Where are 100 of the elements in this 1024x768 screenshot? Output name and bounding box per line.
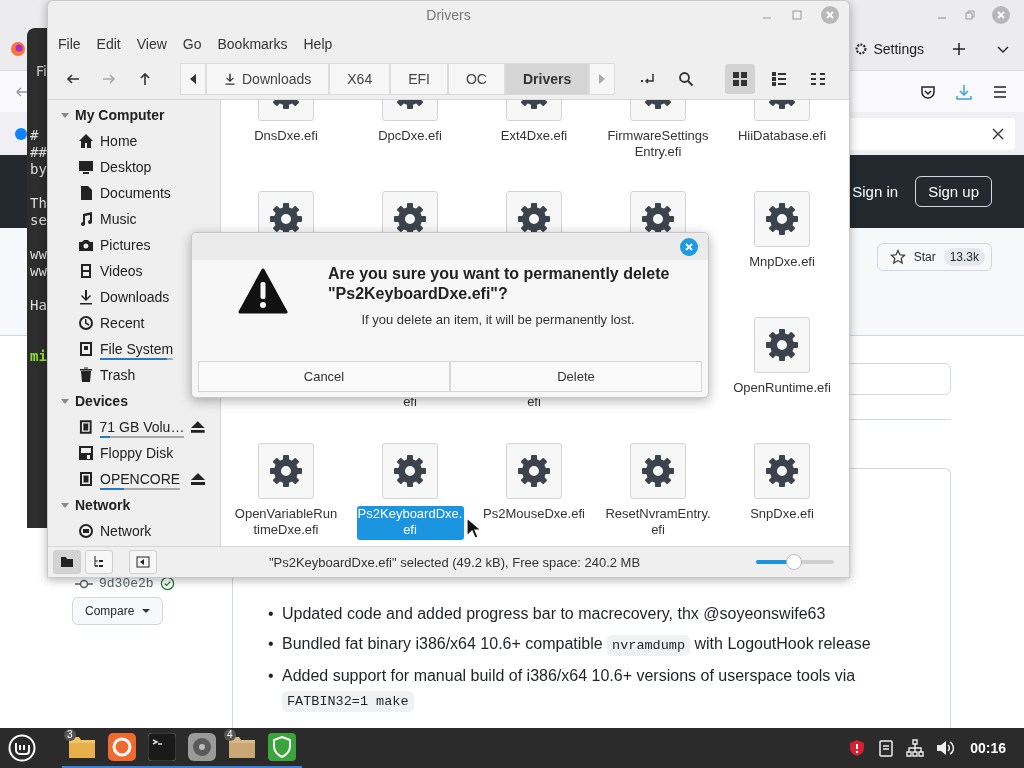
eject-icon[interactable]	[190, 472, 206, 486]
path-button[interactable]: Drivers	[504, 63, 590, 95]
start-menu-icon[interactable]	[8, 734, 36, 762]
pocket-icon[interactable]	[920, 83, 936, 100]
sidebar-item[interactable]: Music	[100, 211, 137, 227]
menu-item[interactable]: Go	[182, 36, 202, 52]
terminal-line: by	[30, 161, 48, 178]
file-name[interactable]: Ps2MouseDxe.efi	[479, 506, 589, 524]
menu-icon[interactable]	[992, 83, 1008, 100]
menu-item[interactable]: Help	[303, 36, 333, 52]
status-text: "Ps2KeyboardDxe.efi" selected (49.2 kB), Free space: 240.2 MB	[267, 554, 642, 570]
clock[interactable]: 00:16	[970, 740, 1006, 756]
file-icon[interactable]	[630, 443, 686, 499]
gear-icon	[269, 454, 303, 488]
terminal-line: ##	[30, 144, 48, 161]
file-icon[interactable]	[754, 443, 810, 499]
file-name[interactable]: SnpDxe.efi	[746, 506, 818, 524]
sidebar-item[interactable]: OPENCORE	[100, 471, 181, 487]
sidebar-item[interactable]: Downloads	[100, 289, 170, 305]
list-icon	[771, 71, 787, 87]
clock-icon	[78, 315, 94, 331]
path-button[interactable]: X64	[329, 63, 391, 95]
document-icon	[78, 185, 94, 201]
file-icon[interactable]	[258, 443, 314, 499]
file-name[interactable]: DpcDxe.efi	[374, 128, 446, 146]
tree-icon	[93, 556, 105, 568]
expander-icon[interactable]	[60, 396, 70, 406]
new-tab-icon[interactable]	[952, 42, 966, 56]
menu-item[interactable]: Bookmarks	[217, 36, 288, 52]
release-note: Updated code and added progress bar to macrecovery, thx @soyeonswife63	[282, 604, 826, 624]
menu-item[interactable]: Edit	[96, 36, 121, 52]
sign-up-button[interactable]: Sign up	[915, 176, 992, 207]
file-icon[interactable]	[754, 317, 810, 373]
sidebar-item[interactable]: Trash	[100, 367, 136, 383]
file-name[interactable]: ResetNvramEntry. efi	[601, 506, 715, 540]
file-name[interactable]: Ext4Dxe.efi	[496, 128, 572, 146]
expander-icon[interactable]	[60, 110, 70, 120]
terminal-line: #	[30, 127, 40, 144]
path-button[interactable]: Downloads	[206, 63, 330, 95]
compare-button[interactable]: Compare	[72, 597, 164, 625]
release-note: Added support for manual build of i386/x64 10.6+ versions of userspace tools via FATBIN32=1 make	[282, 664, 922, 714]
menu-item[interactable]: View	[136, 36, 167, 52]
file-name[interactable]: OpenRuntime.efi	[729, 380, 835, 398]
download-icon	[224, 72, 236, 86]
file-name[interactable]: MnpDxe.efi	[745, 254, 819, 272]
network-icon[interactable]	[906, 739, 925, 757]
sidebar-item[interactable]: Network	[100, 523, 152, 539]
file-icon[interactable]	[754, 191, 810, 247]
file-icon[interactable]	[506, 443, 562, 499]
sidebar-item[interactable]: Documents	[100, 185, 171, 201]
back-arrow-icon[interactable]	[66, 72, 80, 86]
floppy-icon	[78, 445, 94, 461]
download-icon	[78, 289, 94, 305]
shield-icon[interactable]	[848, 739, 867, 757]
location-toggle-icon[interactable]	[640, 72, 656, 86]
file-name[interactable]: DnsDxe.efi	[250, 128, 322, 146]
terminal-line: ww	[30, 263, 48, 280]
up-arrow-icon[interactable]	[138, 72, 152, 86]
file-icon[interactable]	[382, 443, 438, 499]
tree-pane-button[interactable]	[85, 550, 113, 574]
cancel-button[interactable]: Cancel	[198, 361, 450, 392]
terminal-icon[interactable]	[148, 733, 176, 761]
places-pane-button[interactable]	[53, 550, 81, 574]
expander-icon[interactable]	[60, 500, 70, 510]
delete-button[interactable]: Delete	[450, 361, 702, 392]
eject-icon[interactable]	[190, 420, 206, 434]
search-icon[interactable]	[678, 71, 694, 87]
sidebar-item[interactable]: Desktop	[100, 159, 152, 175]
sidebar-item[interactable]: Home	[100, 133, 138, 149]
file-name[interactable]: OpenVariableRun timeDxe.efi	[230, 506, 342, 540]
gear-icon	[641, 454, 675, 488]
window-title: Fi	[36, 63, 48, 79]
sidebar-item[interactable]: Videos	[100, 263, 143, 279]
sidebar-item[interactable]: Floppy Disk	[100, 445, 174, 461]
toggle-pane-button[interactable]	[129, 550, 157, 574]
file-name[interactable]: FirmwareSettings Entry.efi	[603, 128, 713, 162]
folder-icon	[61, 557, 73, 567]
star-button[interactable]: Star 13.3k	[876, 243, 992, 271]
close-icon[interactable]	[991, 126, 1005, 141]
window-count-badge: 3	[64, 729, 76, 741]
sidebar-item[interactable]: Pictures	[100, 237, 151, 253]
scroll-left-button[interactable]	[180, 63, 206, 95]
path-button[interactable]: OC	[447, 63, 505, 95]
clipboard-icon[interactable]	[878, 739, 895, 757]
grid-view-button[interactable]	[725, 64, 755, 94]
menu-item[interactable]: File	[58, 36, 81, 52]
sign-in-link[interactable]: Sign in	[852, 183, 899, 200]
gear-icon	[854, 42, 869, 56]
volume-icon[interactable]	[936, 739, 955, 757]
sidebar-item[interactable]: File System	[100, 341, 174, 357]
chip-icon	[78, 419, 94, 435]
path-button[interactable]: EFI	[390, 63, 448, 95]
sidebar-item[interactable]: 71 GB Volu…	[99, 419, 185, 435]
browser-tab[interactable]: Settings	[854, 37, 924, 61]
commit-hash[interactable]: 9d30e2b	[99, 576, 154, 591]
browser-icon[interactable]	[108, 733, 136, 761]
download-icon[interactable]	[955, 82, 973, 101]
gear-icon	[765, 202, 799, 236]
sidebar-item[interactable]: Recent	[100, 315, 145, 331]
file-name[interactable]: HiiDatabase.efi	[733, 128, 831, 146]
